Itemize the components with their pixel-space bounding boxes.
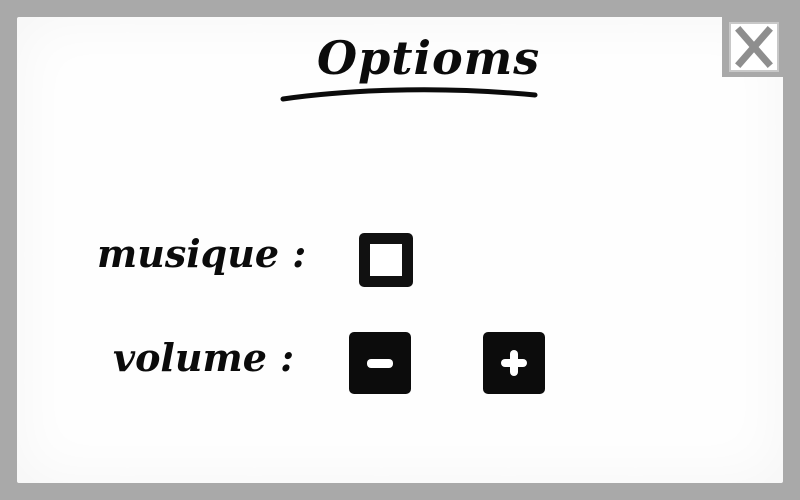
dialog-frame: Optioms musique : volume : bbox=[0, 0, 800, 500]
volume-increase-button[interactable] bbox=[483, 332, 545, 394]
close-x-icon bbox=[729, 22, 779, 72]
music-label: musique : bbox=[97, 231, 307, 276]
volume-label: volume : bbox=[113, 335, 295, 380]
volume-decrease-button[interactable] bbox=[349, 332, 411, 394]
title-underline bbox=[280, 87, 538, 102]
checkbox-inner bbox=[370, 244, 402, 276]
plus-icon bbox=[501, 350, 527, 376]
close-button[interactable] bbox=[722, 17, 783, 77]
options-panel: Optioms musique : volume : bbox=[17, 17, 783, 483]
music-checkbox[interactable] bbox=[359, 233, 413, 287]
dialog-title: Optioms bbox=[317, 31, 541, 85]
minus-icon bbox=[367, 359, 393, 368]
